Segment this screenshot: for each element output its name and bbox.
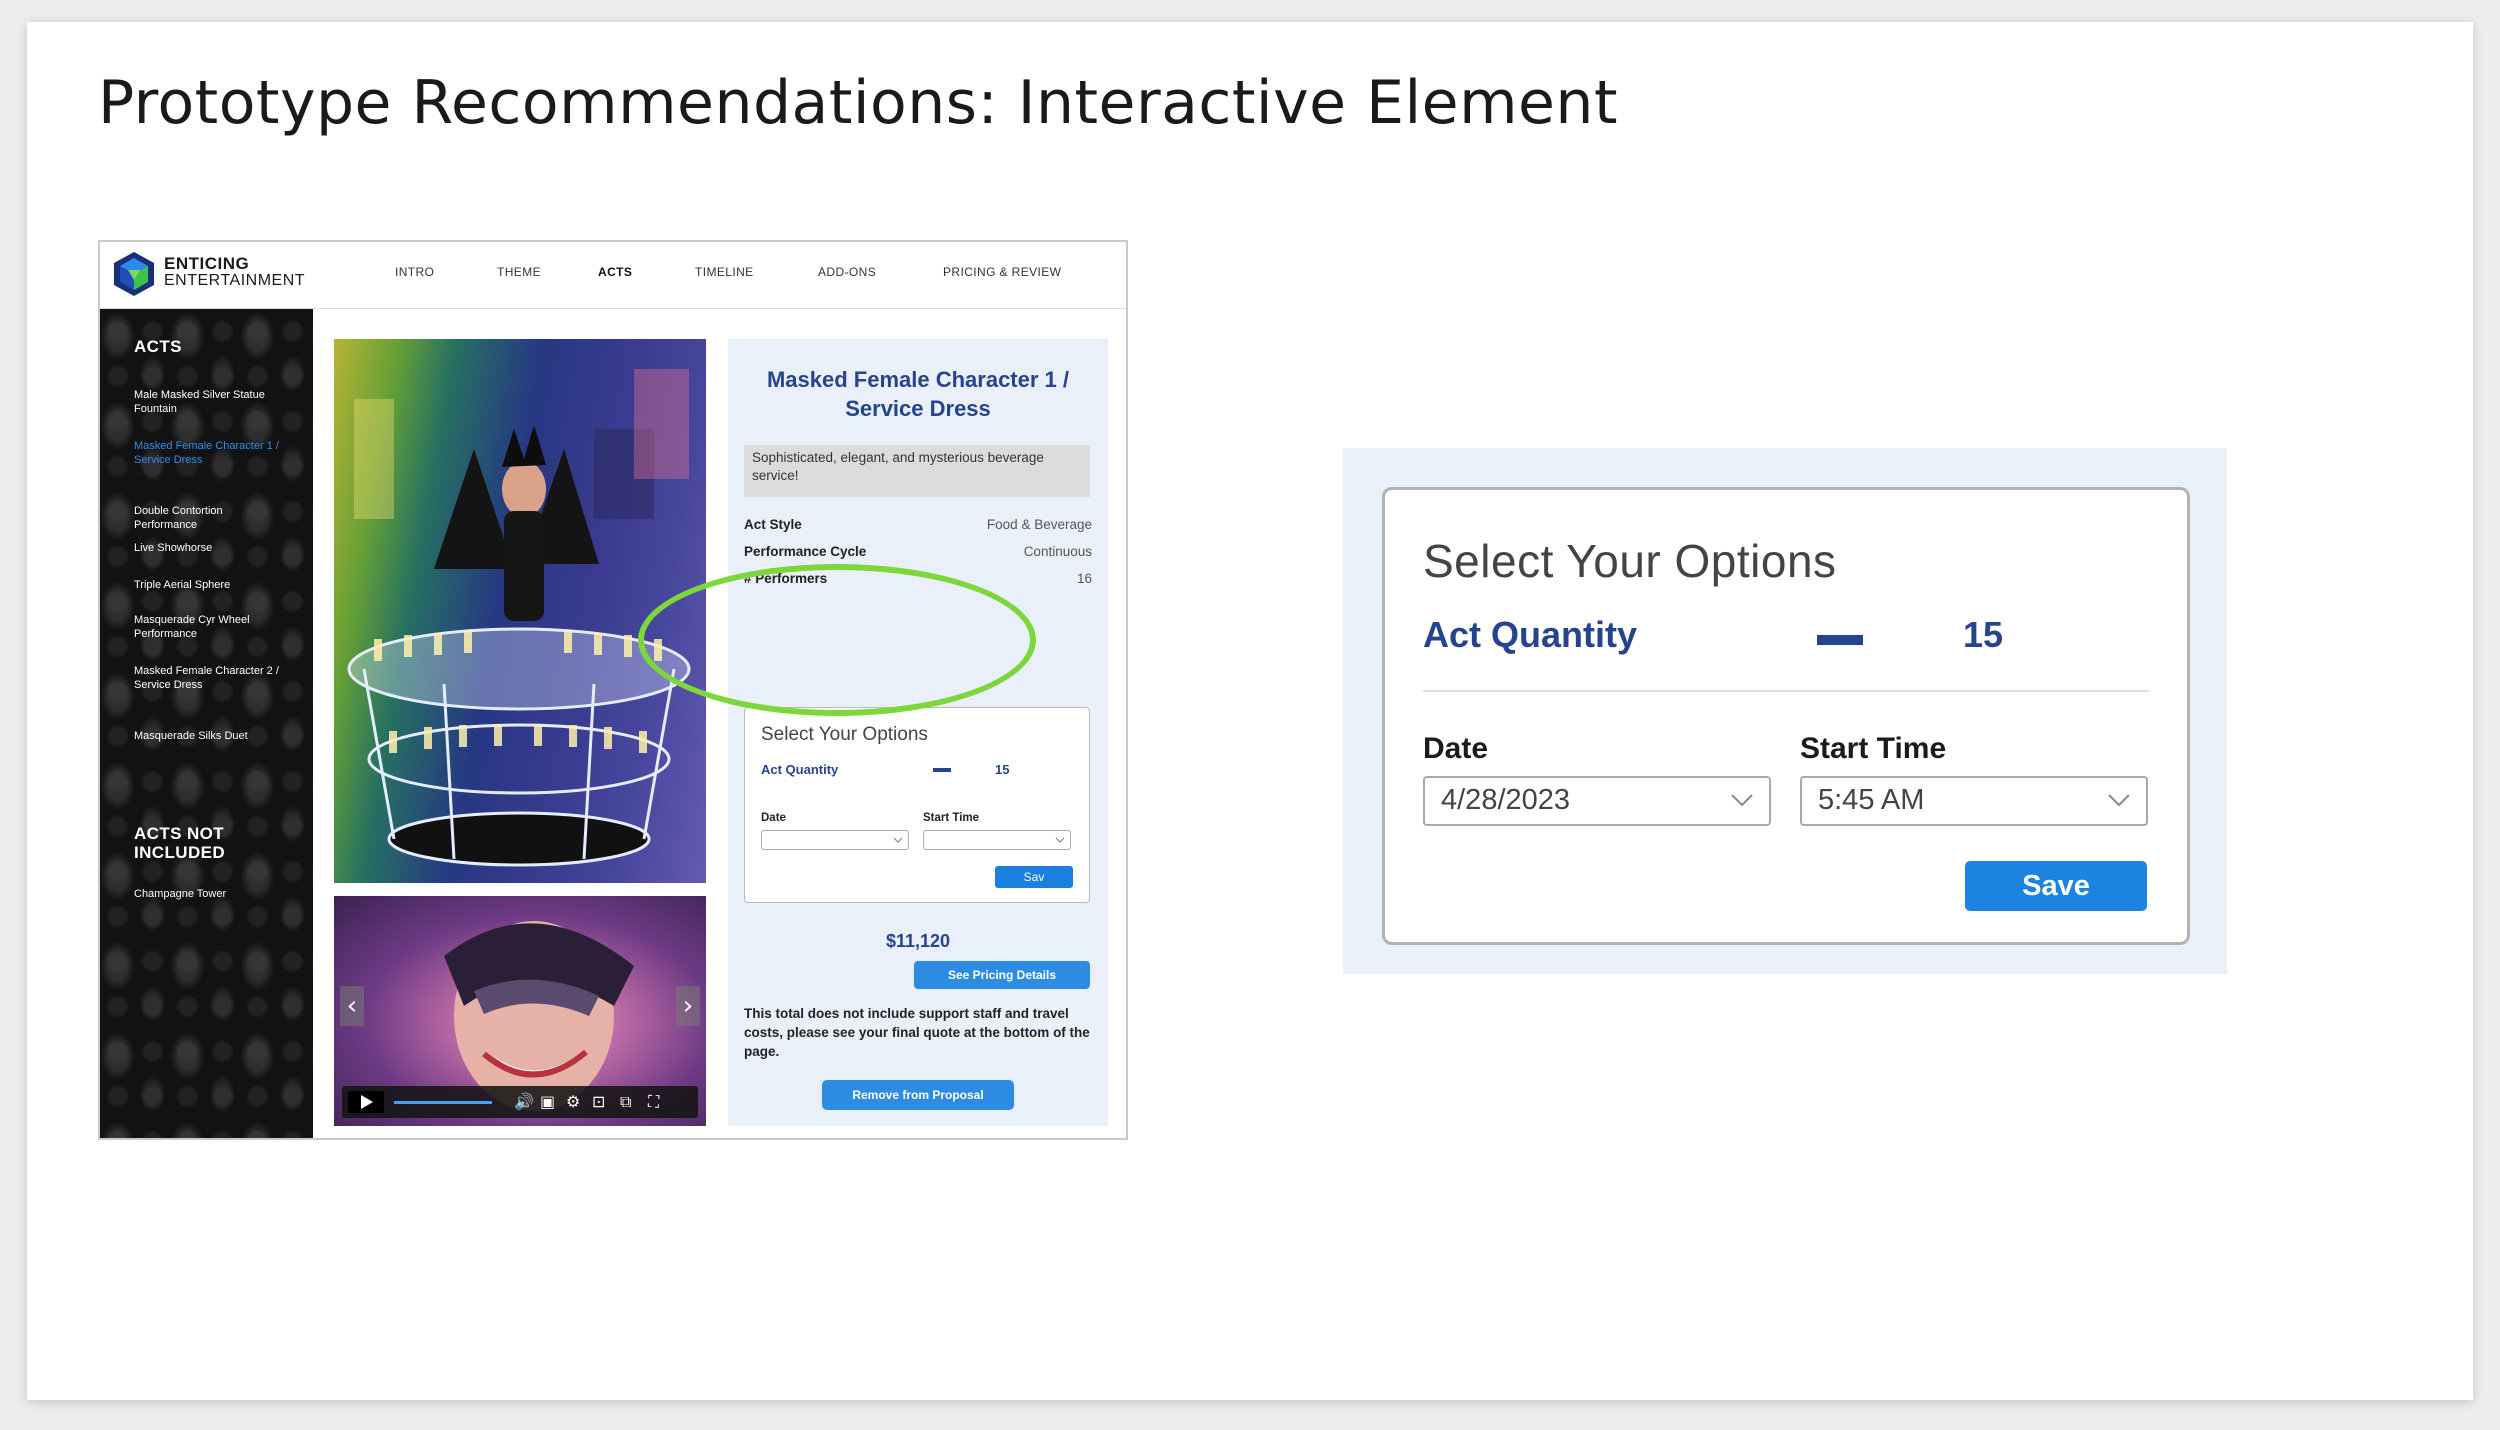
save-button[interactable]: Save (1965, 861, 2147, 911)
nav-timeline[interactable]: TIMELINE (695, 265, 754, 279)
video-progress-bar[interactable] (394, 1101, 492, 1104)
chevron-down-icon (2108, 794, 2130, 807)
mini-start-time-label: Start Time (923, 812, 980, 824)
attr-value-performance-cycle: Continuous (1023, 544, 1092, 559)
cast-icon[interactable]: ⊡ (592, 1092, 605, 1112)
options-card: Select Your Options Act Quantity 15 Date… (1382, 487, 2190, 945)
volume-icon[interactable]: 🔊 (514, 1092, 534, 1112)
decrement-button[interactable] (1817, 635, 1863, 645)
sidebar-item-male-masked-silver-statue-fountain[interactable]: Male Masked Silver Statue Fountain (134, 389, 284, 416)
highlight-ellipse (638, 564, 1036, 716)
mini-options-card: Select Your Options Act Quantity 15 Date… (744, 707, 1090, 903)
attr-label-performance-cycle: Performance Cycle (744, 544, 867, 559)
nav-add-ons[interactable]: ADD-ONS (818, 265, 876, 279)
mini-options-title: Select Your Options (761, 724, 928, 745)
act-price: $11,120 (885, 931, 951, 951)
attr-label-act-style: Act Style (744, 517, 802, 532)
start-time-select-value: 5:45 AM (1818, 784, 1925, 816)
slide-title: Prototype Recommendations: Interactive E… (98, 68, 1618, 138)
attr-value-performers: 16 (1076, 571, 1092, 586)
site-header: ENTICING ENTERTAINMENT INTRO THEME ACTS … (100, 242, 1126, 309)
mini-date-select[interactable] (761, 830, 909, 850)
remove-from-proposal-button[interactable]: Remove from Proposal (822, 1080, 1014, 1110)
mini-decrement-button[interactable] (933, 768, 951, 772)
video-play-button[interactable] (348, 1091, 384, 1113)
captions-icon[interactable]: ▣ (540, 1092, 555, 1112)
video-controls: 🔊 ▣ ⚙ ⊡ ⧉ ⛶ (342, 1086, 698, 1118)
sidebar-item-champagne-tower[interactable]: Champagne Tower (134, 888, 284, 902)
mini-date-label: Date (761, 812, 786, 824)
acts-sidebar: ACTS Male Masked Silver Statue Fountain … (100, 309, 313, 1138)
divider (1423, 690, 2149, 692)
nav-pricing-review[interactable]: PRICING & REVIEW (943, 265, 1061, 279)
act-quantity-value: 15 (1963, 614, 2004, 655)
sidebar-item-masquerade-silks-duet[interactable]: Masquerade Silks Duet (134, 730, 284, 744)
brand-subtitle: ENTERTAINMENT (164, 272, 306, 289)
act-video[interactable]: ‹ › 🔊 ▣ ⚙ ⊡ ⧉ ⛶ (334, 896, 706, 1126)
brand-logo-icon (114, 252, 154, 296)
start-time-select[interactable]: 5:45 AM (1800, 776, 2148, 826)
start-time-label: Start Time (1800, 732, 1947, 765)
sidebar-item-masked-female-character-2[interactable]: Masked Female Character 2 / Service Dres… (134, 665, 284, 692)
acts-not-included-heading: ACTS NOT INCLUDED (134, 824, 226, 862)
sidebar-item-masquerade-cyr-wheel[interactable]: Masquerade Cyr Wheel Performance (134, 614, 284, 641)
date-select[interactable]: 4/28/2023 (1423, 776, 1771, 826)
see-pricing-details-button[interactable]: See Pricing Details (914, 961, 1090, 989)
date-select-value: 4/28/2023 (1441, 784, 1571, 816)
act-quantity-label: Act Quantity (1423, 614, 1638, 655)
date-label: Date (1423, 732, 1489, 765)
mini-save-button[interactable]: Sav (995, 866, 1073, 888)
brand-name: ENTICING (164, 254, 250, 273)
fullscreen-icon[interactable]: ⛶ (648, 1092, 659, 1112)
mini-act-quantity-value: 15 (995, 762, 1010, 777)
chevron-down-icon (893, 837, 903, 843)
options-title: Select Your Options (1423, 535, 1837, 587)
acts-heading: ACTS (134, 337, 182, 356)
mini-act-quantity-label: Act Quantity (761, 762, 839, 777)
chevron-down-icon (1731, 794, 1753, 807)
play-icon (361, 1095, 373, 1109)
sidebar-item-masked-female-character-1[interactable]: Masked Female Character 1 / Service Dres… (134, 440, 284, 467)
act-photo-illustration (334, 339, 706, 883)
act-photo (334, 339, 706, 883)
chevron-down-icon (1055, 837, 1065, 843)
sidebar-item-live-showhorse[interactable]: Live Showhorse (134, 542, 284, 556)
nav-acts[interactable]: ACTS (598, 265, 632, 279)
carousel-prev-button[interactable]: ‹ (340, 986, 364, 1026)
nav-theme[interactable]: THEME (497, 265, 541, 279)
nav-intro[interactable]: INTRO (395, 265, 434, 279)
sidebar-item-double-contortion[interactable]: Double Contortion Performance (134, 505, 284, 532)
act-description: Sophisticated, elegant, and mysterious b… (744, 445, 1090, 497)
pricing-note: This total does not include support staf… (744, 1006, 1090, 1059)
settings-icon[interactable]: ⚙ (566, 1092, 580, 1112)
miniplayer-icon[interactable]: ⧉ (620, 1092, 631, 1112)
act-title: Masked Female Character 1 / Service Dres… (766, 367, 1070, 421)
mini-start-time-select[interactable] (923, 830, 1071, 850)
sidebar-item-triple-aerial-sphere[interactable]: Triple Aerial Sphere (134, 579, 284, 593)
carousel-next-button[interactable]: › (676, 986, 700, 1026)
attr-value-act-style: Food & Beverage (986, 517, 1092, 532)
act-details-panel: Masked Female Character 1 / Service Dres… (728, 339, 1108, 1126)
